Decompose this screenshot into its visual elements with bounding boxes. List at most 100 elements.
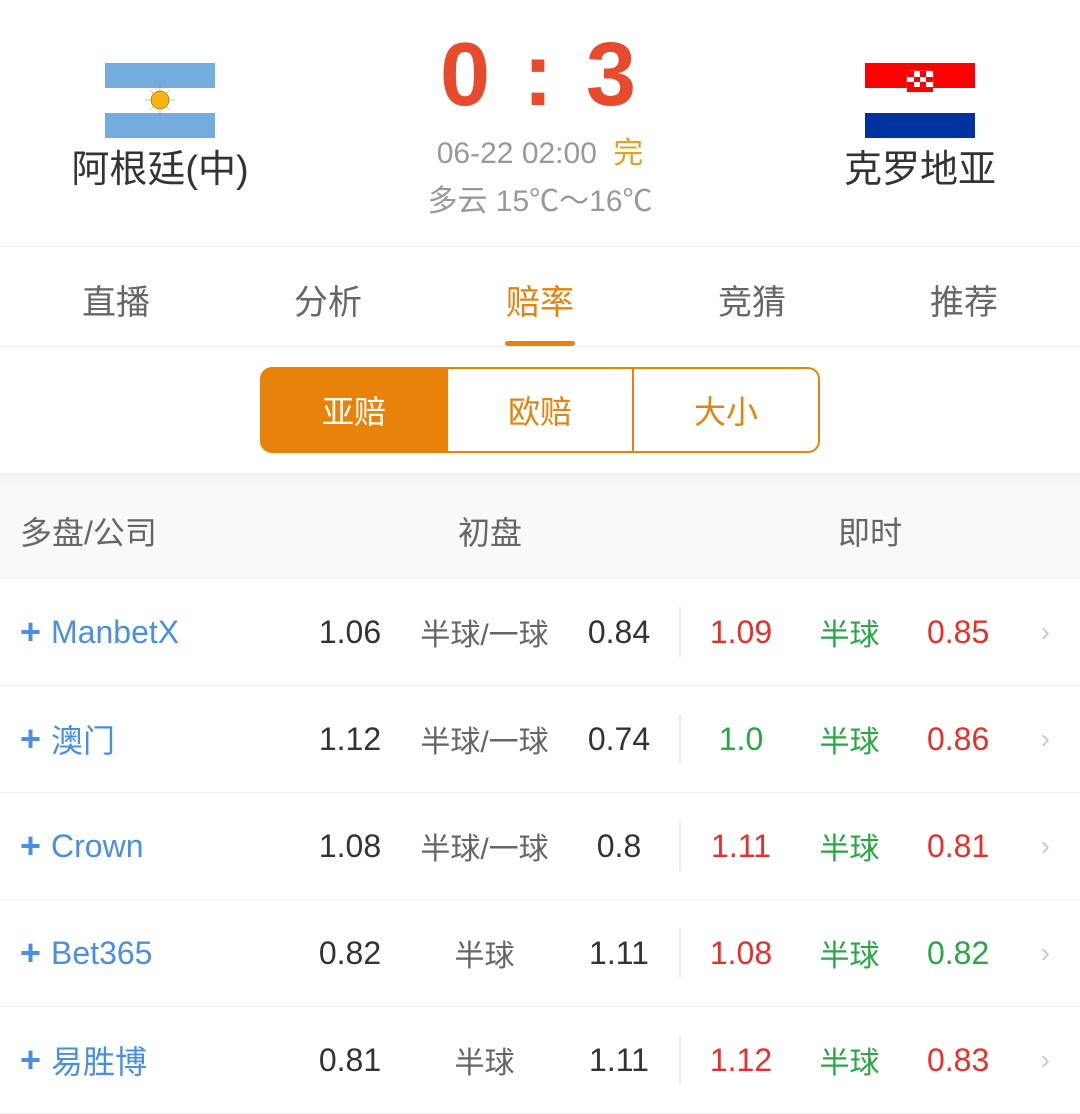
init-left: 1.08 xyxy=(310,828,390,865)
plus-icon[interactable]: + xyxy=(20,825,41,867)
live-left: 1.09 xyxy=(701,614,781,651)
init-mid: 半球 xyxy=(455,1038,515,1082)
arrow-icon[interactable]: › xyxy=(1041,723,1050,755)
home-team-name: 阿根廷(中) xyxy=(71,138,248,193)
score-colon: : xyxy=(523,25,586,125)
match-center: 0 : 3 06-22 02:00 完 多云 15℃～16℃ xyxy=(300,30,780,226)
live-mid: 半球 xyxy=(820,824,880,868)
table-row[interactable]: + 澳门 1.12 半球/一球 0.74 1.0 半球 0.86 › xyxy=(0,686,1080,793)
divider xyxy=(679,821,681,871)
init-right: 0.74 xyxy=(579,721,659,758)
arrow-icon[interactable]: › xyxy=(1041,616,1050,648)
subtab-size[interactable]: 大小 xyxy=(632,367,820,453)
live-right: 0.81 xyxy=(918,828,998,865)
col-company-header: 多盘/公司 xyxy=(20,508,300,554)
company-cell: + ManbetX xyxy=(20,611,300,653)
odds-table: 多盘/公司 初盘 即时 + ManbetX 1.06 半球/一球 0.84 1.… xyxy=(0,484,1080,1114)
live-odds-group: 1.0 半球 0.86 › xyxy=(691,717,1060,761)
init-left: 1.12 xyxy=(310,721,390,758)
col-live-header: 即时 xyxy=(680,508,1060,554)
company-name: Crown xyxy=(51,828,143,865)
company-cell: + Crown xyxy=(20,825,300,867)
main-tabs: 直播 分析 赔率 竞猜 推荐 xyxy=(0,247,1080,347)
live-left: 1.08 xyxy=(701,935,781,972)
divider xyxy=(679,607,681,657)
match-header: 阿根廷(中) 0 : 3 06-22 02:00 完 多云 15℃～16℃ xyxy=(0,0,1080,247)
live-mid: 半球 xyxy=(820,717,880,761)
live-odds-group: 1.12 半球 0.83 › xyxy=(691,1038,1060,1082)
plus-icon[interactable]: + xyxy=(20,932,41,974)
subtab-europe[interactable]: 欧赔 xyxy=(448,367,632,453)
away-team: 克罗地亚 xyxy=(780,63,1060,193)
initial-odds-group: 0.81 半球 1.11 xyxy=(300,1038,669,1082)
tab-odds[interactable]: 赔率 xyxy=(486,247,594,346)
away-team-flag xyxy=(865,63,975,138)
init-left: 0.82 xyxy=(310,935,390,972)
live-mid: 半球 xyxy=(820,1038,880,1082)
subtab-asia[interactable]: 亚赔 xyxy=(260,367,448,453)
init-mid: 半球/一球 xyxy=(420,717,548,761)
init-right: 0.8 xyxy=(579,828,659,865)
sub-tabs: 亚赔 欧赔 大小 xyxy=(0,347,1080,474)
table-header: 多盘/公司 初盘 即时 xyxy=(0,484,1080,579)
company-name: 易胜博 xyxy=(51,1037,147,1083)
arrow-icon[interactable]: › xyxy=(1041,937,1050,969)
match-meta: 06-22 02:00 完 多云 15℃～16℃ xyxy=(427,130,652,226)
match-weather: 多云 15℃～16℃ xyxy=(427,185,652,218)
live-left: 1.12 xyxy=(701,1042,781,1079)
live-right: 0.85 xyxy=(918,614,998,651)
table-row[interactable]: + ManbetX 1.06 半球/一球 0.84 1.09 半球 0.85 › xyxy=(0,579,1080,686)
home-team-flag xyxy=(105,63,215,138)
live-right: 0.82 xyxy=(918,935,998,972)
away-team-name: 克罗地亚 xyxy=(844,138,996,193)
company-cell: + 易胜博 xyxy=(20,1037,300,1083)
tab-live[interactable]: 直播 xyxy=(62,247,170,346)
divider xyxy=(679,928,681,978)
init-mid: 半球/一球 xyxy=(420,610,548,654)
init-mid: 半球/一球 xyxy=(420,824,548,868)
plus-icon[interactable]: + xyxy=(20,1039,41,1081)
table-row[interactable]: + Bet365 0.82 半球 1.11 1.08 半球 0.82 › xyxy=(0,900,1080,1007)
company-name: Bet365 xyxy=(51,935,152,972)
arrow-icon[interactable]: › xyxy=(1041,1044,1050,1076)
divider xyxy=(679,1035,681,1085)
initial-odds-group: 1.08 半球/一球 0.8 xyxy=(300,824,669,868)
col-initial-header: 初盘 xyxy=(300,508,680,554)
initial-odds-group: 0.82 半球 1.11 xyxy=(300,931,669,975)
init-left: 1.06 xyxy=(310,614,390,651)
plus-icon[interactable]: + xyxy=(20,611,41,653)
live-left: 1.11 xyxy=(701,828,781,865)
home-team: 阿根廷(中) xyxy=(20,63,300,193)
live-left: 1.0 xyxy=(701,721,781,758)
live-odds-group: 1.08 半球 0.82 › xyxy=(691,931,1060,975)
match-status: 完 xyxy=(613,137,643,170)
tab-guess[interactable]: 竞猜 xyxy=(698,247,806,346)
live-mid: 半球 xyxy=(820,931,880,975)
table-row[interactable]: + Crown 1.08 半球/一球 0.8 1.11 半球 0.81 › xyxy=(0,793,1080,900)
live-odds-group: 1.09 半球 0.85 › xyxy=(691,610,1060,654)
match-score: 0 : 3 xyxy=(440,30,640,120)
arrow-icon[interactable]: › xyxy=(1041,830,1050,862)
init-right: 0.84 xyxy=(579,614,659,651)
company-name: 澳门 xyxy=(51,716,115,762)
init-right: 1.11 xyxy=(579,935,659,972)
divider xyxy=(679,714,681,764)
init-right: 1.11 xyxy=(579,1042,659,1079)
score-right: 3 xyxy=(586,25,640,125)
score-left: 0 xyxy=(440,25,494,125)
company-cell: + 澳门 xyxy=(20,716,300,762)
match-date: 06-22 02:00 xyxy=(437,137,597,170)
plus-icon[interactable]: + xyxy=(20,718,41,760)
company-cell: + Bet365 xyxy=(20,932,300,974)
live-odds-group: 1.11 半球 0.81 › xyxy=(691,824,1060,868)
table-row[interactable]: + 易胜博 0.81 半球 1.11 1.12 半球 0.83 › xyxy=(0,1007,1080,1114)
live-mid: 半球 xyxy=(820,610,880,654)
initial-odds-group: 1.12 半球/一球 0.74 xyxy=(300,717,669,761)
tab-analysis[interactable]: 分析 xyxy=(274,247,382,346)
initial-odds-group: 1.06 半球/一球 0.84 xyxy=(300,610,669,654)
init-left: 0.81 xyxy=(310,1042,390,1079)
init-mid: 半球 xyxy=(455,931,515,975)
company-name: ManbetX xyxy=(51,614,179,651)
tab-recommend[interactable]: 推荐 xyxy=(910,247,1018,346)
live-right: 0.83 xyxy=(918,1042,998,1079)
